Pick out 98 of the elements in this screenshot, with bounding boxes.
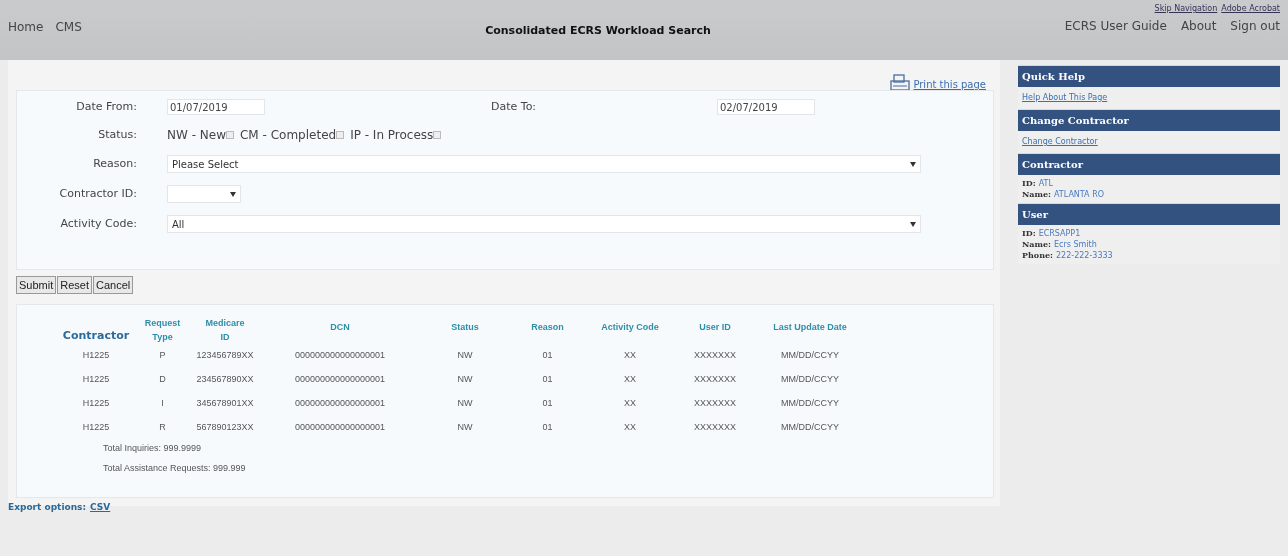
table-cell-text: MM/DD/CCYY [780,397,840,411]
table-cell-text: 567890123XX [195,421,255,435]
print-link[interactable]: Print this page [889,78,986,92]
checkbox[interactable] [336,131,345,139]
table-cell-text: 123456789XX [195,349,255,363]
nav-link[interactable]: CMS [55,18,82,36]
info-label: ID: [1022,178,1036,189]
table-cell-text: 000000000000000001 [293,349,387,363]
table-cell-text: XX [623,349,637,363]
table-cell-text: 01 [541,349,554,363]
caret-icon [910,161,916,167]
page-title: Consolidated ECRS Workload Search [484,23,712,39]
column-header: DCN [329,320,351,334]
table-cell-text: 01 [541,397,554,411]
info-value: ECRSAPP1 [1038,228,1081,239]
printer-icon [889,74,912,92]
table-cell-text: H1225 [81,373,111,387]
info-label: Name: [1022,239,1051,250]
table-cell-text: 000000000000000001 [293,373,387,387]
sidebar-heading: User [1018,203,1280,225]
info-value: Ecrs Smith [1054,239,1097,250]
form-button[interactable]: Reset [57,276,92,294]
select-field[interactable] [167,185,241,203]
table-cell-text: XXXXXXX [693,421,737,435]
table-cell-text: 000000000000000001 [293,397,387,411]
date-field[interactable]: 02/07/2019 [717,99,815,115]
form-button[interactable]: Submit [16,276,57,294]
column-header: Status [450,320,480,334]
top-link[interactable]: Adobe Acrobat [1221,3,1280,15]
top-link[interactable]: Skip Navigation [1154,3,1218,15]
table-cell-text: I [160,397,165,411]
table-cell-text: H1225 [81,421,111,435]
table-cell-text: XX [623,373,637,387]
table-cell-text: MM/DD/CCYY [780,421,840,435]
table-cell-text: P [158,349,167,363]
field-label: Reason: [92,155,138,172]
table-cell-text: 01 [541,373,554,387]
field-label: Date From: [75,98,138,115]
status-option: CM - Completed [240,126,337,144]
checkbox[interactable] [433,131,442,139]
column-header: Activity Code [600,320,660,334]
select-field[interactable]: Please Select [167,155,921,173]
sidebar-link[interactable]: Change Contractor [1022,136,1098,148]
info-label: ID: [1022,228,1036,239]
column-header: Medicare ID [204,317,246,344]
column-header: Last Update Date [772,320,848,334]
info-value: ATLANTA RO [1054,189,1104,200]
form-button[interactable]: Cancel [93,276,134,294]
column-header: Reason [530,320,565,334]
field-label: Contractor ID: [58,185,138,202]
field-label: Date To: [491,98,538,115]
info-label: Phone: [1022,250,1054,261]
checkbox[interactable] [226,131,234,139]
date-field[interactable]: 01/07/2019 [167,99,265,115]
table-cell-text: H1225 [81,397,111,411]
table-cell-text: NW [456,397,474,411]
nav-link[interactable]: About [1180,17,1217,35]
info-label: Name: [1022,189,1051,200]
table-cell-text: R [158,421,167,435]
total-text: Total Inquiries: 999.9999 [103,442,203,455]
table-cell-text: XXXXXXX [693,373,737,387]
nav-link[interactable]: Sign out [1230,17,1280,35]
table-cell-text: D [158,373,167,387]
sidebar-heading: Contractor [1018,153,1280,175]
table-cell-text: XXXXXXX [693,349,737,363]
table-cell-text: XX [623,421,637,435]
column-header: Contractor [61,327,131,344]
total-text: Total Assistance Requests: 999.999 [103,461,247,475]
table-cell-text: NW [456,373,474,387]
csv-link[interactable]: CSV [90,501,111,515]
table-cell-text: MM/DD/CCYY [780,349,840,363]
info-value: 222-222-3333 [1056,250,1113,261]
caret-icon [910,221,916,227]
nav-link[interactable]: ECRS User Guide [1064,17,1167,35]
field-label: Status: [97,126,138,143]
column-header: User ID [698,320,732,334]
caret-icon [230,191,236,197]
table-cell-text: XX [623,397,637,411]
status-option: NW - New [167,126,226,144]
field-label: Activity Code: [59,215,138,232]
status-option: IP - In Process [350,126,434,144]
table-cell-text: NW [456,421,474,435]
select-field[interactable]: All [167,215,921,233]
table-cell-text: XXXXXXX [693,397,737,411]
nav-link[interactable]: Home [8,18,44,36]
column-header: Request Type [143,317,182,344]
table-cell-text: 01 [541,421,554,435]
table-cell-text: NW [456,349,474,363]
table-cell-text: H1225 [81,349,111,363]
table-cell-text: 000000000000000001 [293,421,387,435]
table-cell-text: MM/DD/CCYY [780,373,840,387]
export-label: Export options: [8,501,86,515]
sidebar-link[interactable]: Help About This Page [1022,92,1108,104]
info-value: ATL [1038,178,1053,189]
table-cell-text: 345678901XX [195,397,255,411]
table-cell-text: 234567890XX [195,373,255,387]
sidebar-heading: Quick Help [1018,65,1280,87]
sidebar-heading: Change Contractor [1018,109,1280,131]
